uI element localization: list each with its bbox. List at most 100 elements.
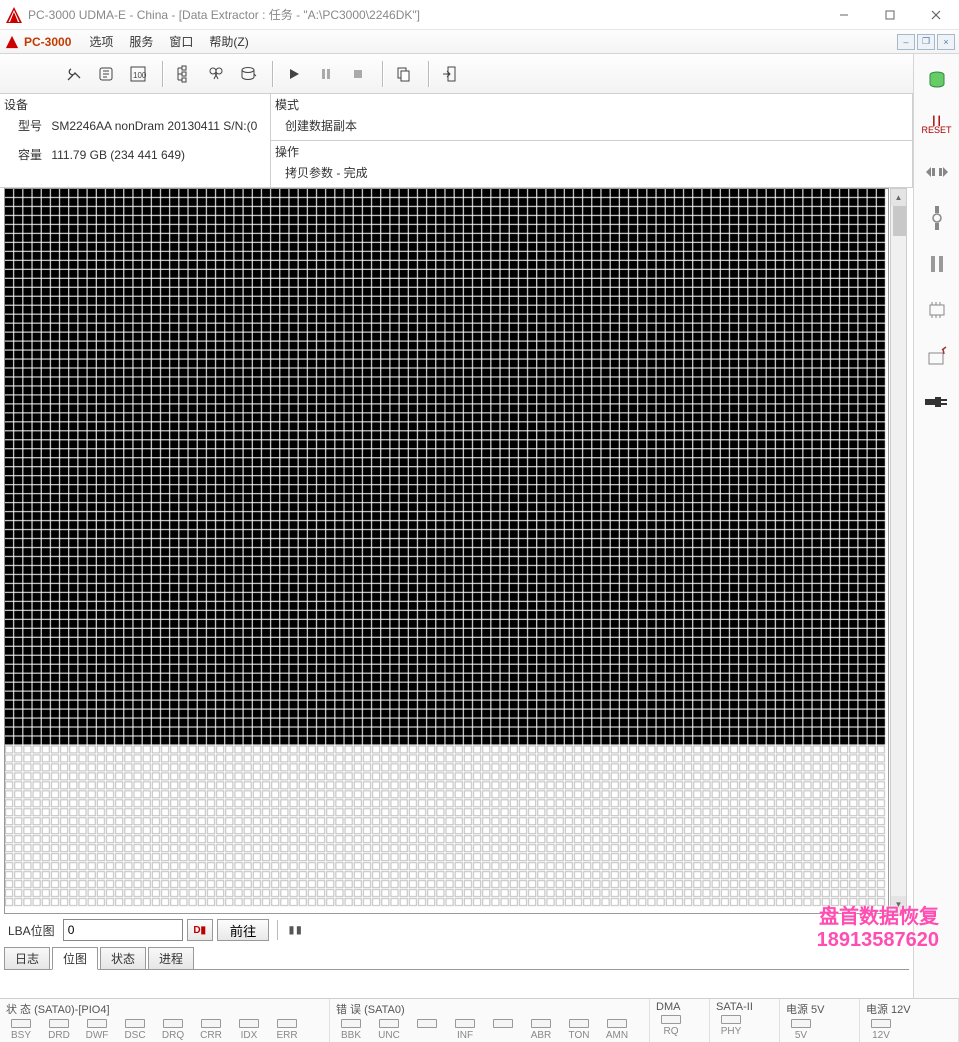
operation-panel: 操作 拷贝参数 - 完成 (270, 140, 913, 188)
led-12v: 12V (866, 1019, 896, 1041)
status-dma-group: DMA RQ (650, 999, 710, 1042)
map-scrollbar[interactable]: ▲ ▼ (890, 188, 907, 914)
side-plug-icon[interactable] (922, 388, 952, 416)
side-seek-icon[interactable] (922, 158, 952, 186)
side-toolbar: ┃┃RESET (913, 54, 959, 998)
find-icon[interactable] (202, 60, 230, 88)
side-chip-icon[interactable] (922, 296, 952, 324)
led-dwf: DWF (82, 1019, 112, 1041)
scroll-down-icon[interactable]: ▼ (891, 896, 906, 913)
side-eject-icon[interactable] (922, 342, 952, 370)
status-sata2-group: SATA-II PHY (710, 999, 780, 1042)
menu-options[interactable]: 选项 (81, 31, 121, 52)
side-reset-icon[interactable]: ┃┃RESET (922, 112, 952, 140)
window-titlebar: PC-3000 UDMA-E - China - [Data Extractor… (0, 0, 959, 30)
model-label: 型号 (4, 117, 42, 134)
status-dma-header: DMA (656, 1001, 703, 1013)
sector-map[interactable] (4, 188, 889, 914)
capacity-label: 容量 (4, 146, 42, 163)
led-unc: UNC (374, 1019, 404, 1041)
status-sata2-header: SATA-II (716, 1001, 773, 1013)
side-pause-icon[interactable] (922, 250, 952, 278)
toolbar: 100 (0, 54, 959, 94)
led-bsy: BSY (6, 1019, 36, 1041)
menu-window[interactable]: 窗口 (161, 31, 201, 52)
led-drd: DRD (44, 1019, 74, 1041)
menu-help[interactable]: 帮助(Z) (201, 31, 256, 52)
mode-value: 创建数据副本 (275, 117, 908, 134)
led-blank (412, 1019, 442, 1041)
play-icon[interactable] (280, 60, 308, 88)
status-power5-group: 电源 5V 5V (780, 999, 860, 1042)
scroll-up-icon[interactable]: ▲ (891, 189, 906, 206)
lba-navbar: LBA位图 D▮ 前往 ▮▮ (4, 916, 909, 944)
status-strip: 状 态 (SATA0)-[PIO4] BSY DRD DWF DSC DRQ CRR IDX… (0, 998, 959, 1042)
led-abr: ABR (526, 1019, 556, 1041)
tools-icon[interactable] (60, 60, 88, 88)
tree-icon[interactable] (170, 60, 198, 88)
side-cylinder-icon[interactable] (922, 66, 952, 94)
product-name: PC-3000 (24, 35, 71, 49)
status-state-header: 状 态 (SATA0)-[PIO4] (6, 1001, 323, 1017)
device-header: 设备 (4, 96, 266, 113)
menu-service[interactable]: 服务 (121, 31, 161, 52)
tab-bitmap[interactable]: 位图 (52, 947, 98, 970)
copy-icon[interactable] (390, 60, 418, 88)
exit-icon[interactable] (436, 60, 464, 88)
led-phy: PHY (716, 1015, 746, 1037)
status-error-header: 错 误 (SATA0) (336, 1001, 643, 1017)
led-5v: 5V (786, 1019, 816, 1041)
status-power5-header: 电源 5V (786, 1001, 853, 1017)
side-connector-icon[interactable] (922, 204, 952, 232)
device-panel: 设备 型号 SM2246AA nonDram 20130411 S/N:(0 (0, 93, 271, 141)
pause-icon[interactable] (312, 60, 340, 88)
percent-icon[interactable]: 100 (124, 60, 152, 88)
tab-bar: 日志 位图 状态 进程 (4, 948, 909, 970)
lba-marker-button[interactable]: D▮ (187, 919, 213, 941)
window-title: PC-3000 UDMA-E - China - [Data Extractor… (28, 6, 821, 23)
led-dsc: DSC (120, 1019, 150, 1041)
status-power12-header: 电源 12V (866, 1001, 952, 1017)
disk-icon[interactable] (234, 60, 262, 88)
tab-status[interactable]: 状态 (100, 947, 146, 970)
mode-panel: 模式 创建数据副本 (270, 93, 913, 141)
operation-value: 拷贝参数 - 完成 (275, 164, 908, 181)
led-blank (488, 1019, 518, 1041)
mdi-minimize-icon[interactable]: – (897, 34, 915, 50)
close-button[interactable] (913, 0, 959, 30)
operation-header: 操作 (275, 143, 908, 160)
tab-process[interactable]: 进程 (148, 947, 194, 970)
led-crr: CRR (196, 1019, 226, 1041)
go-button[interactable]: 前往 (217, 919, 270, 941)
mdi-restore-icon[interactable]: ❐ (917, 34, 935, 50)
menubar: PC-3000 选项 服务 窗口 帮助(Z) – ❐ × (0, 30, 959, 54)
status-state-group: 状 态 (SATA0)-[PIO4] BSY DRD DWF DSC DRQ CRR IDX… (0, 999, 330, 1042)
settings-icon[interactable] (92, 60, 120, 88)
lba-label: LBA位图 (4, 922, 59, 939)
tab-log[interactable]: 日志 (4, 947, 50, 970)
led-inf: INF (450, 1019, 480, 1041)
led-ton: TON (564, 1019, 594, 1041)
status-power12-group: 电源 12V 12V (860, 999, 959, 1042)
nav-pause-icon[interactable]: ▮▮ (287, 922, 302, 938)
led-err: ERR (272, 1019, 302, 1041)
model-value: SM2246AA nonDram 20130411 S/N:(0 (51, 119, 257, 133)
led-drq: DRQ (158, 1019, 188, 1041)
minimize-button[interactable] (821, 0, 867, 30)
status-error-group: 错 误 (SATA0) BBK UNC INF ABR TON AMN (330, 999, 650, 1042)
mode-header: 模式 (275, 96, 908, 113)
maximize-button[interactable] (867, 0, 913, 30)
app-icon (6, 7, 22, 23)
mdi-close-icon[interactable]: × (937, 34, 955, 50)
lba-input[interactable] (63, 919, 183, 941)
led-amn: AMN (602, 1019, 632, 1041)
stop-icon[interactable] (344, 60, 372, 88)
led-idx: IDX (234, 1019, 264, 1041)
product-icon (4, 34, 20, 50)
svg-text:100: 100 (133, 71, 147, 80)
capacity-value: 111.79 GB (234 441 649) (51, 148, 185, 162)
led-rq: RQ (656, 1015, 686, 1037)
capacity-panel: 容量 111.79 GB (234 441 649) (0, 140, 271, 188)
led-bbk: BBK (336, 1019, 366, 1041)
scroll-thumb[interactable] (893, 206, 906, 236)
